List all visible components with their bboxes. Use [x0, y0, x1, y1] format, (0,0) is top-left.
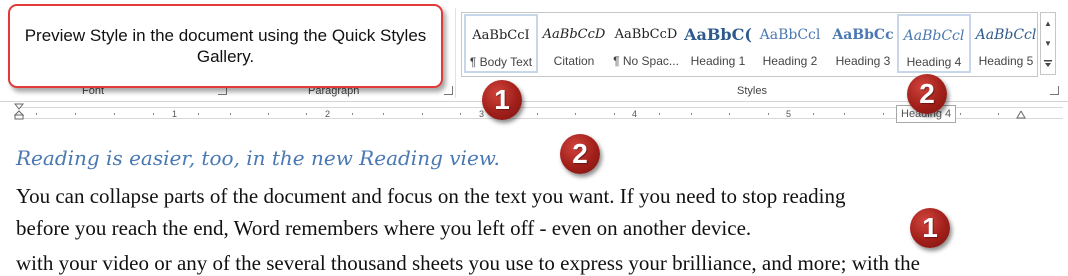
ruler-tick — [230, 113, 231, 115]
ruler-number: 2 — [325, 109, 331, 119]
group-separator — [455, 8, 456, 98]
step-badge-2-heading: 2 — [560, 134, 600, 174]
style-sample: AaBbCcl — [759, 27, 821, 43]
scroll-up-icon[interactable]: ▲ — [1041, 13, 1055, 33]
style-sample: AaBbCc — [832, 27, 894, 43]
ruler-tick — [768, 113, 769, 115]
ruler-tick — [198, 113, 199, 115]
ruler-tick — [614, 113, 615, 115]
style-sample: AaBbCcD — [542, 27, 606, 42]
ruler-tick — [813, 113, 814, 115]
style-name: Heading 4 — [906, 55, 962, 69]
ruler-tick — [998, 113, 999, 115]
ruler-tick — [383, 113, 384, 115]
ruler-tick — [36, 113, 37, 115]
ruler-tick — [153, 113, 154, 115]
style-name: Heading 3 — [835, 54, 891, 68]
style-name: ¶ Body Text — [469, 55, 533, 69]
badge-number: 2 — [919, 78, 935, 109]
indent-marker-icon[interactable] — [14, 103, 24, 120]
badge-number: 2 — [572, 138, 588, 169]
style-tile-body-text[interactable]: AaBbCcI ¶ Body Text — [464, 14, 538, 73]
callout-text: Preview Style in the document using the … — [24, 26, 427, 66]
ruler-tick — [268, 113, 269, 115]
step-badge-2-ribbon: 2 — [907, 74, 947, 114]
style-sample: AaBbCcI — [472, 28, 530, 43]
style-tile-heading-4[interactable]: AaBbCcl Heading 4 — [897, 14, 971, 73]
ruler-tick — [883, 113, 884, 115]
style-sample: AaBbCcl — [903, 28, 965, 44]
style-sample: AaBbCcl — [975, 27, 1037, 43]
style-name: Citation — [553, 54, 595, 68]
ruler-tick — [537, 113, 538, 115]
right-indent-marker-icon[interactable] — [1016, 111, 1026, 119]
badge-number: 1 — [494, 84, 510, 115]
styles-dialog-launcher-icon[interactable] — [1050, 86, 1059, 95]
paragraph-dialog-launcher-icon[interactable] — [444, 86, 453, 95]
scroll-down-icon[interactable]: ▼ — [1041, 33, 1055, 53]
ruler-number: 5 — [786, 109, 792, 119]
ruler-tick — [422, 113, 423, 115]
document-heading[interactable]: Reading is easier, too, in the new Readi… — [16, 146, 500, 170]
ruler-tick — [75, 113, 76, 115]
ruler-tick — [729, 113, 730, 115]
body-line: before you reach the end, Word remembers… — [16, 216, 752, 240]
ruler-tick — [691, 113, 692, 115]
document-body[interactable]: You can collapse parts of the document a… — [16, 180, 1056, 244]
ruler-tick — [575, 113, 576, 115]
ruler-tick — [960, 113, 961, 115]
cut-off-body-line: with your video or any of the several th… — [16, 251, 920, 275]
ruler-tick — [844, 113, 845, 115]
style-tile-citation[interactable]: AaBbCcD Citation — [537, 14, 611, 73]
style-tile-heading-5[interactable]: AaBbCcl Heading 5 — [969, 14, 1043, 73]
style-tile-heading-2[interactable]: AaBbCcl Heading 2 — [753, 14, 827, 73]
ruler-tick — [114, 113, 115, 115]
style-name: Heading 5 — [978, 54, 1034, 68]
style-name: ¶ No Spac... — [613, 54, 679, 68]
ruler-tick — [306, 113, 307, 115]
ruler-tick — [659, 113, 660, 115]
ruler-number: 1 — [172, 109, 178, 119]
ruler-number: 4 — [632, 109, 638, 119]
style-tile-heading-1[interactable]: AaBbC( Heading 1 — [681, 14, 755, 73]
style-sample: AaBbCcD — [614, 27, 678, 42]
style-name: Heading 2 — [762, 54, 818, 68]
body-line: You can collapse parts of the document a… — [16, 184, 846, 208]
style-name: Heading 1 — [690, 54, 746, 68]
style-tile-heading-3[interactable]: AaBbCc Heading 3 — [826, 14, 900, 73]
ruler-tick — [460, 113, 461, 115]
more-icon[interactable] — [1041, 54, 1055, 74]
instruction-callout: Preview Style in the document using the … — [8, 4, 443, 88]
ruler-tick — [352, 113, 353, 115]
style-sample: AaBbC( — [684, 25, 752, 44]
gallery-scrollbar: ▲ ▼ — [1040, 12, 1056, 75]
step-badge-1-ribbon: 1 — [482, 80, 522, 120]
quick-styles-gallery: AaBbCcI ¶ Body Text AaBbCcD Citation AaB… — [461, 12, 1038, 77]
styles-group-label: Styles — [737, 85, 767, 97]
style-tile-no-spacing[interactable]: AaBbCcD ¶ No Spac... — [609, 14, 683, 73]
ruler-number: 3 — [479, 109, 485, 119]
